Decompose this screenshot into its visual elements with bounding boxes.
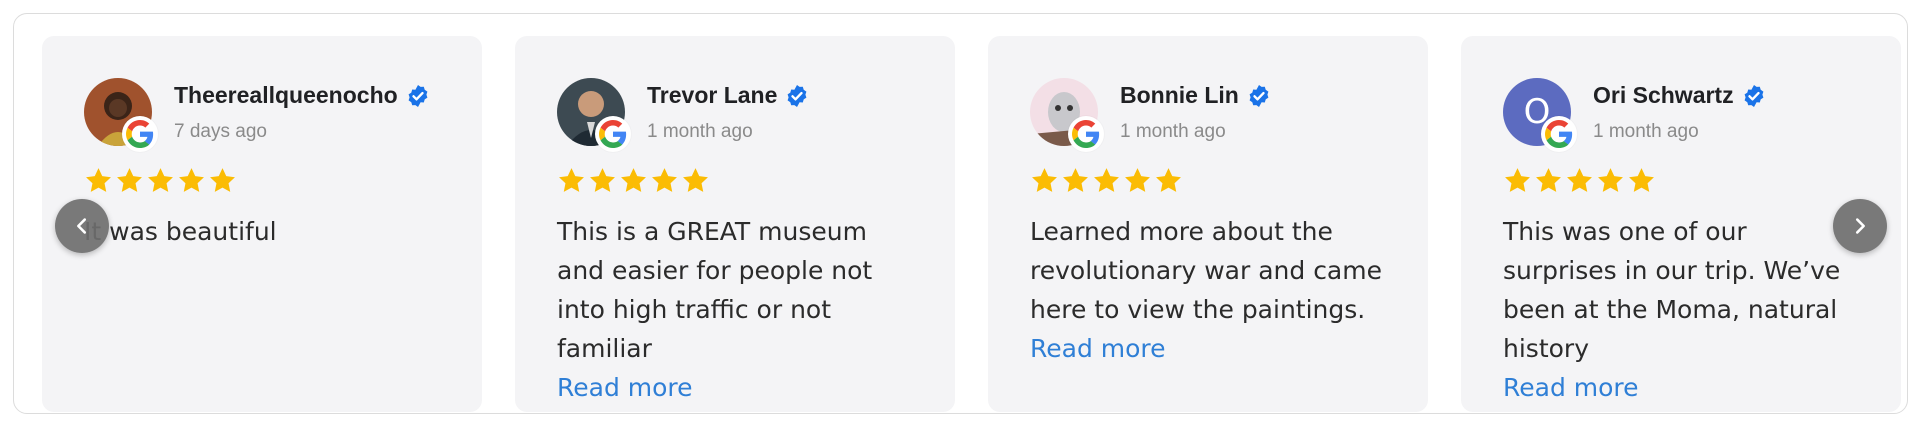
reviewer-name[interactable]: Ori Schwartz [1593,82,1734,109]
verified-check-icon [408,84,428,107]
chevron-left-icon [77,218,87,234]
reviewer-name[interactable]: Theereallqueenocho [174,82,398,109]
review-card: Trevor Lane 1 month ago This is a GREAT … [515,36,955,412]
read-more-link[interactable]: Read more [1030,329,1386,368]
reviewer-name-row: Bonnie Lin [1120,82,1271,109]
reviewer-name-row: Ori Schwartz [1593,82,1766,109]
verified-check-icon [1249,84,1269,107]
carousel-prev-button[interactable] [55,199,109,253]
reviewer-avatar[interactable]: O [1503,78,1577,152]
star-icon [1063,168,1088,192]
review-text: This was one of our surprises in our tri… [1503,217,1841,363]
star-icon [117,168,142,192]
star-icon [1629,168,1654,192]
review-header: O Ori Schwartz 1 month ago [1503,78,1859,152]
star-rating [1503,166,1859,198]
reviewer-meta: Trevor Lane 1 month ago [647,78,809,143]
star-icon [559,168,584,192]
read-more-link[interactable]: Read more [557,368,913,407]
reviewer-avatar[interactable] [1030,78,1104,152]
star-icon [590,168,615,192]
review-header: Trevor Lane 1 month ago [557,78,913,152]
review-header: Bonnie Lin 1 month ago [1030,78,1386,152]
star-icon [1567,168,1592,192]
reviewer-name[interactable]: Trevor Lane [647,82,777,109]
reviewer-meta: Ori Schwartz 1 month ago [1593,78,1766,143]
review-text: This is a GREAT museum and easier for pe… [557,217,873,363]
star-icon [1094,168,1119,192]
chevron-right-icon [1855,218,1865,234]
star-icon [1505,168,1530,192]
verified-check-icon [787,84,807,107]
google-g-icon [595,116,631,152]
reviewer-name-row: Theereallqueenocho [174,82,430,109]
star-icon [1598,168,1623,192]
reviewer-name-row: Trevor Lane [647,82,809,109]
star-rating [557,166,913,198]
star-rating [84,166,440,198]
star-icon [179,168,204,192]
star-icon [148,168,173,192]
star-icon [86,168,111,192]
star-icon [1125,168,1150,192]
reviewer-meta: Theereallqueenocho 7 days ago [174,78,430,143]
star-icon [1536,168,1561,192]
star-icon [1156,168,1181,192]
verified-check-icon [1744,84,1764,107]
reviewer-avatar[interactable] [557,78,631,152]
star-icon [621,168,646,192]
reviewer-meta: Bonnie Lin 1 month ago [1120,78,1271,143]
star-rating [1030,166,1386,198]
carousel-next-button[interactable] [1833,199,1887,253]
star-icon [1032,168,1057,192]
google-g-icon [1068,116,1104,152]
star-icon [210,168,235,192]
review-header: Theereallqueenocho 7 days ago [84,78,440,152]
star-icon [683,168,708,192]
review-card: Bonnie Lin 1 month ago Learned more abou… [988,36,1428,412]
reviewer-avatar[interactable] [84,78,158,152]
review-text: It was beautiful [84,217,277,246]
review-time: 1 month ago [647,121,753,142]
review-text: Learned more about the revolutionary war… [1030,217,1382,324]
review-time: 7 days ago [174,121,267,142]
reviewer-name[interactable]: Bonnie Lin [1120,82,1239,109]
google-g-icon [122,116,158,152]
read-more-link[interactable]: Read more [1503,368,1859,407]
review-time: 1 month ago [1593,121,1699,142]
google-g-icon [1541,116,1577,152]
star-icon [652,168,677,192]
reviews-widget: Theereallqueenocho 7 days ago It was bea… [13,13,1908,414]
review-time: 1 month ago [1120,121,1226,142]
